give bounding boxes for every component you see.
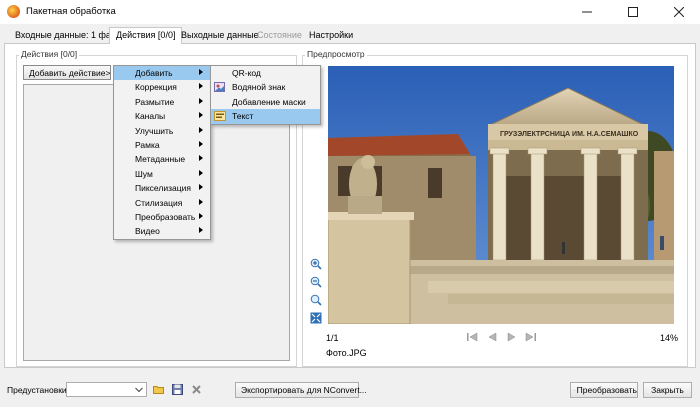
menu-item-label: Стилизация	[135, 197, 183, 208]
chevron-right-icon	[199, 184, 203, 191]
menu-item-pixelate[interactable]: Пикселизация	[114, 181, 210, 195]
chevron-right-icon	[199, 141, 203, 147]
zoom-actual-icon[interactable]	[310, 294, 322, 306]
close-window-button[interactable]	[656, 0, 700, 24]
menu-item-label: Шум	[135, 168, 153, 179]
menu-item-video[interactable]: Видео	[114, 224, 210, 238]
maximize-icon	[628, 7, 638, 17]
chevron-right-icon	[199, 112, 203, 119]
menu-item-label: Добавить	[135, 68, 173, 78]
actions-menu-items: Добавить Коррекция Размытие Каналы Улучш…	[114, 66, 210, 239]
menu-item-label: Преобразовать	[135, 212, 196, 222]
page-counter: 1/1	[326, 333, 339, 343]
menu-item-label: Видео	[135, 226, 160, 237]
convert-button[interactable]: Преобразовать	[570, 382, 638, 398]
chevron-right-icon	[199, 169, 203, 176]
chevron-down-icon	[135, 387, 143, 393]
menu-item-label: Пикселизация	[135, 183, 191, 194]
close-button[interactable]: Закрыть	[643, 382, 692, 398]
submenu-item-watermark[interactable]: Водяной знак	[211, 80, 320, 94]
submenu-item-text[interactable]: Текст	[211, 109, 320, 124]
chevron-right-icon	[199, 83, 203, 90]
first-page-icon[interactable]	[466, 332, 479, 342]
menu-item-label: Каналы	[135, 111, 166, 122]
menu-item-noise[interactable]: Шум	[114, 167, 210, 181]
minimize-button[interactable]	[564, 0, 610, 24]
tab-status[interactable]: Состояние	[251, 28, 308, 43]
submenu-item-label: Добавление маски	[232, 96, 306, 107]
delete-icon[interactable]	[191, 384, 202, 395]
save-icon[interactable]	[172, 384, 183, 395]
menu-item-blur[interactable]: Размытие	[114, 95, 210, 109]
menu-item-add[interactable]: Добавить	[114, 66, 210, 81]
zoom-level: 14%	[660, 333, 679, 343]
menu-item-label: Коррекция	[135, 82, 177, 93]
watermark-icon	[214, 82, 225, 93]
chevron-right-icon	[199, 126, 203, 133]
prev-page-icon[interactable]	[486, 332, 499, 342]
preview-image: ГРУЗЭЛЕКТРСНИЦА ИМ. Н.А.СЕМАШКО	[328, 66, 674, 324]
close-label: Закрыть	[651, 385, 684, 395]
file-name: Фото.JPG	[326, 348, 367, 358]
add-action-button[interactable]: Добавить действие>	[23, 65, 111, 80]
submenu-item-mask[interactable]: Добавление маски	[211, 95, 320, 109]
convert-label: Преобразовать	[576, 385, 637, 395]
menu-item-frame[interactable]: Рамка	[114, 138, 210, 152]
convert-icon	[574, 389, 575, 391]
tab-settings[interactable]: Настройки	[303, 28, 359, 43]
zoom-in-icon[interactable]	[310, 258, 322, 270]
menu-item-label: Рамка	[135, 140, 160, 150]
submenu-item-label: Текст	[232, 111, 254, 122]
maximize-button[interactable]	[610, 0, 656, 24]
last-page-icon[interactable]	[524, 332, 537, 342]
menu-item-channels[interactable]: Каналы	[114, 109, 210, 123]
menu-item-label: Метаданные	[135, 154, 186, 165]
menu-item-label: Размытие	[135, 96, 175, 107]
next-page-icon[interactable]	[505, 332, 518, 342]
minimize-icon	[582, 11, 592, 13]
submenu-item-label: Водяной знак	[232, 82, 286, 93]
menu-item-transform[interactable]: Преобразовать	[114, 210, 210, 224]
text-icon	[214, 111, 226, 122]
menu-item-metadata[interactable]: Метаданные	[114, 152, 210, 166]
close-icon	[674, 7, 684, 17]
chevron-right-icon	[199, 198, 203, 205]
chevron-right-icon	[199, 97, 203, 104]
window-title: Пакетная обработка	[26, 6, 116, 17]
export-nconvert-label: Экспортировать для NConvert...	[241, 385, 367, 395]
menu-item-enhance[interactable]: Улучшить	[114, 124, 210, 138]
preview-group-title: Предпросмотр	[305, 49, 367, 59]
chevron-right-icon	[199, 213, 203, 219]
open-folder-icon[interactable]	[153, 384, 164, 395]
building-inscription: ГРУЗЭЛЕКТРСНИЦА ИМ. Н.А.СЕМАШКО	[500, 131, 639, 138]
chevron-right-icon	[199, 227, 203, 234]
tab-actions[interactable]: Действия [0/0]	[109, 27, 183, 44]
menu-item-stylize[interactable]: Стилизация	[114, 196, 210, 210]
app-logo-icon	[7, 5, 20, 18]
zoom-out-icon[interactable]	[310, 276, 322, 288]
submenu-item-qr-code[interactable]: QR-код	[211, 66, 320, 80]
chevron-right-icon	[199, 155, 203, 162]
add-action-label: Добавить действие>	[29, 67, 111, 78]
add-submenu-items: QR-код Водяной знак Добавление маски Тек…	[211, 66, 320, 124]
chevron-right-icon	[199, 69, 203, 75]
menu-item-correction[interactable]: Коррекция	[114, 80, 210, 94]
submenu-item-label: QR-код	[232, 68, 261, 78]
fit-window-icon[interactable]	[310, 312, 322, 324]
export-nconvert-button[interactable]: Экспортировать для NConvert...	[235, 382, 367, 398]
presets-label: Предустановки:	[7, 385, 70, 395]
actions-group-title: Действия [0/0]	[19, 49, 80, 59]
menu-item-label: Улучшить	[135, 125, 174, 136]
presets-dropdown[interactable]	[66, 382, 147, 397]
